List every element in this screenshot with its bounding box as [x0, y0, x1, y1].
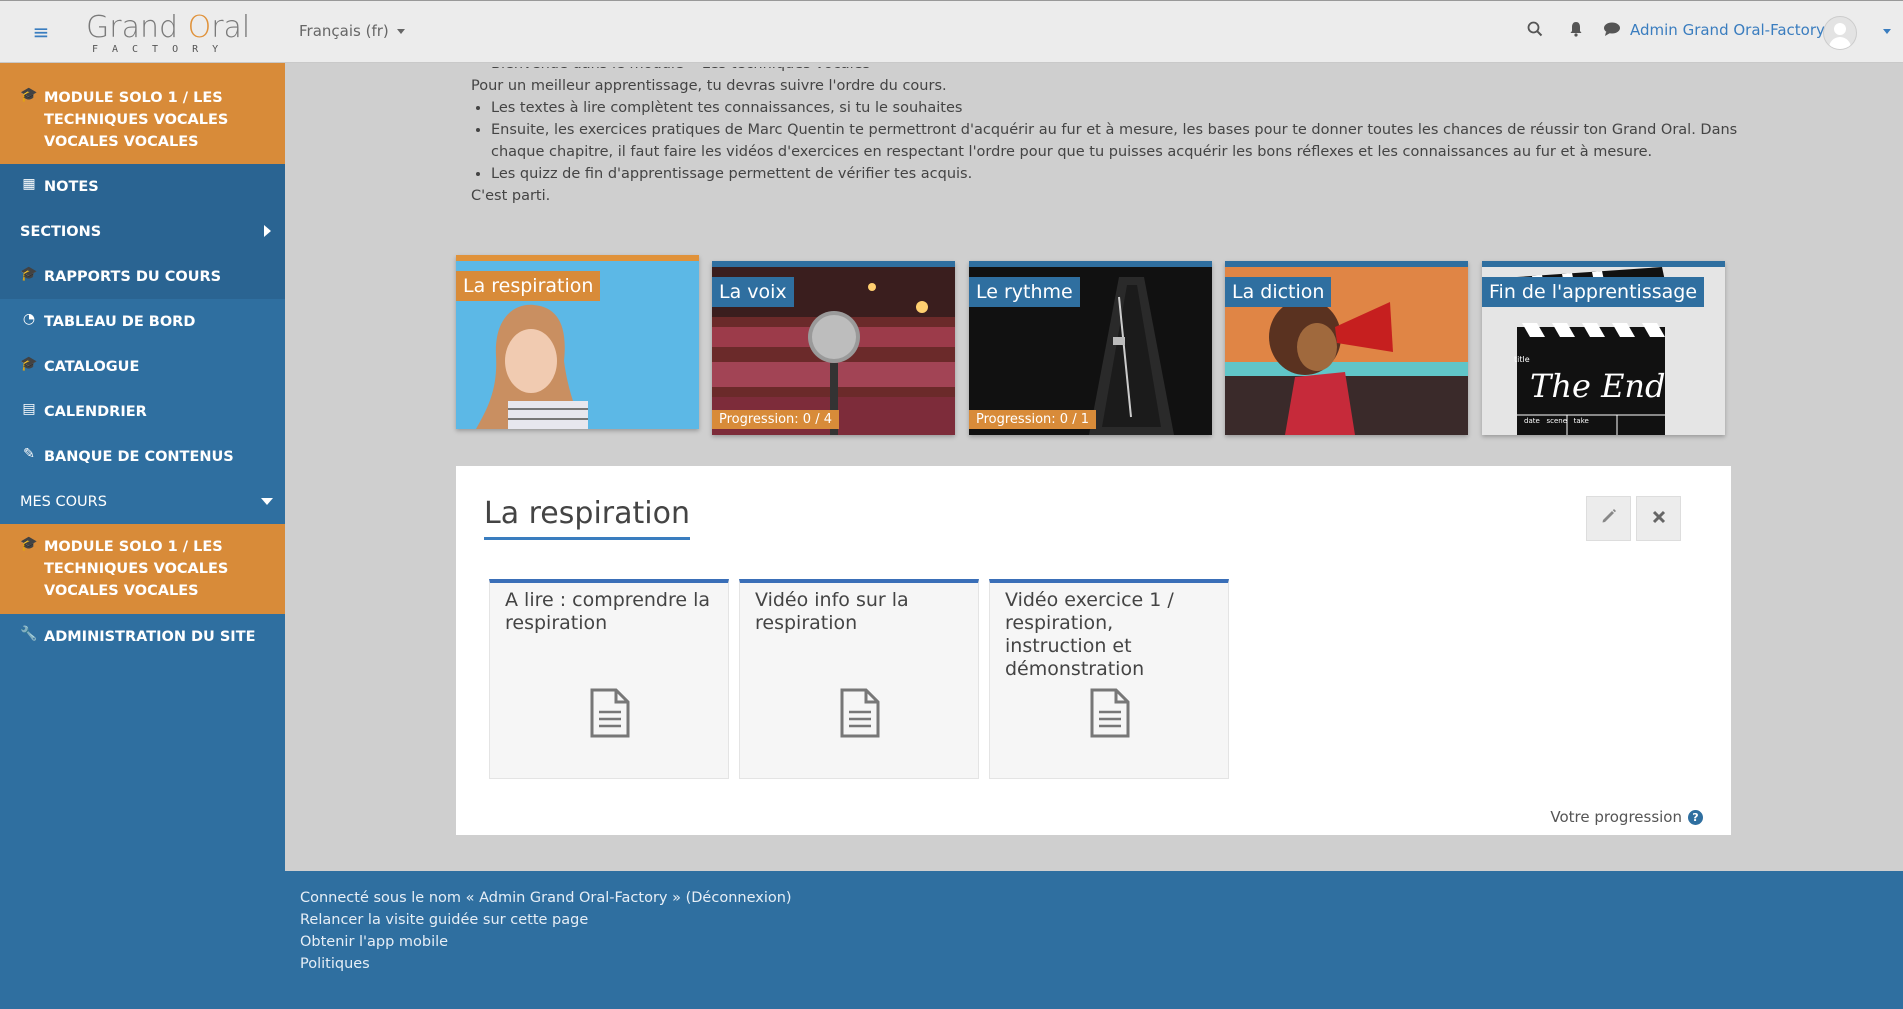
- paintbrush-icon: ✎: [23, 446, 35, 462]
- pencil-icon: [1602, 509, 1616, 523]
- footer-restart-tour[interactable]: Relancer la visite guidée sur cette page: [300, 912, 588, 928]
- intro-bullet: Les textes à lire complètent tes connais…: [491, 97, 1741, 119]
- calendar-icon: ▤: [22, 401, 36, 417]
- activity-card[interactable]: Vidéo info sur la respiration: [739, 579, 979, 779]
- document-icon: [840, 688, 880, 738]
- close-icon: [1652, 510, 1665, 524]
- bell-icon[interactable]: [1565, 21, 1587, 43]
- chevron-down-icon: [261, 498, 273, 505]
- sidebar-item-current-course[interactable]: 🎓 MODULE SOLO 1 / LES TECHNIQUES VOCALES…: [0, 63, 285, 164]
- user-menu-chevron-icon[interactable]: [1883, 29, 1891, 34]
- intro-bullet: Ensuite, les exercices pratiques de Marc…: [491, 119, 1741, 163]
- tile-la-diction[interactable]: La diction: [1225, 261, 1468, 435]
- logout-link[interactable]: Déconnexion: [691, 890, 786, 906]
- footer-user-link[interactable]: Admin Grand Oral-Factory: [479, 890, 667, 906]
- section-title: La respiration: [484, 496, 690, 540]
- tile-progress: Progression: 0 / 1: [969, 410, 1096, 429]
- activity-card[interactable]: Vidéo exercice 1 / respiration, instruct…: [989, 579, 1229, 779]
- graduation-cap-icon: 🎓: [20, 266, 38, 282]
- wrench-icon: 🔧: [20, 626, 38, 642]
- footer-mobile-app[interactable]: Obtenir l'app mobile: [300, 934, 448, 950]
- help-icon[interactable]: ?: [1688, 810, 1703, 825]
- sidebar-item-notes[interactable]: ▦ NOTES: [0, 164, 285, 209]
- chevron-down-icon: [396, 29, 405, 34]
- tile-title: Fin de l'apprentissage: [1482, 277, 1705, 307]
- sidebar-item-calendrier[interactable]: ▤ CALENDRIER: [0, 389, 285, 434]
- activity-title: Vidéo exercice 1 / respiration, instruct…: [1005, 589, 1174, 680]
- logo-subtitle: FACTORY: [92, 44, 233, 55]
- document-icon: [590, 688, 630, 738]
- tile-fin-apprentissage[interactable]: title The End date scene take Fin de l'a…: [1482, 261, 1725, 435]
- activity-title: Vidéo info sur la respiration: [755, 589, 909, 634]
- language-selector[interactable]: Français (fr): [299, 22, 405, 40]
- sidebar: 🎓 MODULE SOLO 1 / LES TECHNIQUES VOCALES…: [0, 63, 285, 1009]
- tile-la-voix[interactable]: La voix Progression: 0 / 4: [712, 261, 955, 435]
- document-icon: [1090, 688, 1130, 738]
- intro-line: Pour un meilleur apprentissage, tu devra…: [471, 78, 947, 94]
- tile-progress: Progression: 0 / 4: [712, 410, 839, 429]
- sidebar-item-catalogue[interactable]: 🎓 CATALOGUE: [0, 344, 285, 389]
- sidebar-item-banque[interactable]: ✎ BANQUE DE CONTENUS: [0, 434, 285, 479]
- course-intro: Bienvenue dans le module « Les technique…: [471, 67, 1741, 207]
- activity-title: A lire : comprendre la respiration: [505, 589, 711, 634]
- sidebar-item-sections[interactable]: SECTIONS: [0, 209, 285, 254]
- menu-toggle-icon[interactable]: ≡: [30, 21, 52, 43]
- edit-button[interactable]: [1586, 496, 1631, 541]
- tile-title: Le rythme: [969, 277, 1080, 307]
- intro-closing: C'est parti.: [471, 188, 551, 204]
- search-icon[interactable]: [1524, 21, 1546, 43]
- avatar[interactable]: [1823, 16, 1857, 50]
- table-icon: ▦: [22, 176, 36, 192]
- graduation-cap-icon: 🎓: [20, 87, 38, 103]
- logo-wordmark: Grand Oral: [86, 10, 251, 45]
- intro-bullet: Les quizz de fin d'apprentissage permett…: [491, 163, 1741, 185]
- footer-policies[interactable]: Politiques: [300, 956, 370, 972]
- main-content: Bienvenue dans le module « Les technique…: [285, 63, 1903, 871]
- clapper-text: The End: [1530, 367, 1666, 405]
- section-panel: La respiration A lire : comprendre la re…: [456, 466, 1731, 835]
- chat-icon[interactable]: [1601, 21, 1623, 43]
- progress-label: Votre progression?: [1550, 808, 1703, 826]
- tile-title: La respiration: [456, 271, 601, 301]
- tile-la-respiration[interactable]: La respiration: [456, 255, 699, 429]
- sidebar-item-rapports[interactable]: 🎓 RAPPORTS DU COURS: [0, 254, 285, 299]
- top-navbar: ≡ Grand Oral FACTORY Français (fr) Admin…: [0, 0, 1903, 63]
- tile-title: La voix: [712, 277, 794, 307]
- clapper-title-label: title: [1514, 355, 1530, 364]
- sidebar-item-tableau-de-bord[interactable]: ◔ TABLEAU DE BORD: [0, 299, 285, 344]
- user-menu-name[interactable]: Admin Grand Oral-Factory: [1630, 21, 1825, 39]
- sidebar-item-administration[interactable]: 🔧 ADMINISTRATION DU SITE: [0, 614, 285, 659]
- clapper-labels: date scene take: [1524, 417, 1589, 425]
- footer: Connecté sous le nom « Admin Grand Oral-…: [285, 871, 1903, 1009]
- dashboard-icon: ◔: [22, 311, 36, 327]
- graduation-cap-icon: 🎓: [20, 356, 38, 372]
- footer-logged-in: Connecté sous le nom « Admin Grand Oral-…: [300, 890, 792, 906]
- activity-card[interactable]: A lire : comprendre la respiration: [489, 579, 729, 779]
- tile-le-rythme[interactable]: Le rythme Progression: 0 / 1: [969, 261, 1212, 435]
- site-logo[interactable]: Grand Oral FACTORY: [86, 10, 256, 56]
- tile-title: La diction: [1225, 277, 1332, 307]
- chevron-right-icon: [264, 225, 271, 237]
- close-button[interactable]: [1636, 496, 1681, 541]
- graduation-cap-icon: 🎓: [20, 536, 38, 552]
- sidebar-item-course[interactable]: 🎓 MODULE SOLO 1 / LES TECHNIQUES VOCALES…: [0, 524, 285, 614]
- sidebar-item-mes-cours[interactable]: MES COURS: [0, 479, 285, 524]
- intro-clipped-bullet: Bienvenue dans le module « Les technique…: [491, 67, 1741, 75]
